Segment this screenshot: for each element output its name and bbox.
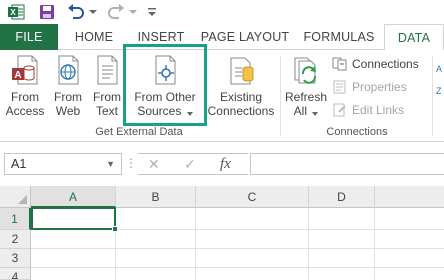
redo-icon[interactable] <box>106 3 126 21</box>
tab-formulas[interactable]: FORMULAS <box>300 24 378 50</box>
refresh-all-label-1: Refresh <box>284 90 328 104</box>
tab-page-layout[interactable]: PAGE LAYOUT <box>200 24 290 50</box>
from-other-sources-highlight <box>123 44 207 126</box>
connections-button[interactable]: Connections <box>332 54 419 74</box>
refresh-all-label-2-wrap: All <box>294 104 319 119</box>
worksheet-grid: A B C D 1 2 3 4 <box>0 186 444 280</box>
tab-data[interactable]: DATA <box>384 24 444 51</box>
save-icon[interactable] <box>38 3 56 21</box>
svg-text:A: A <box>14 70 21 81</box>
column-header-d[interactable]: D <box>309 186 375 208</box>
column-header-b[interactable]: B <box>116 186 196 208</box>
select-all-triangle-icon <box>18 195 27 204</box>
customize-qat-icon[interactable] <box>146 3 158 21</box>
existing-connections-label-1: Existing <box>219 90 263 104</box>
grid-line <box>31 248 444 249</box>
web-globe-icon <box>53 52 83 88</box>
formula-buttons: ✕ ✓ fx <box>138 153 248 175</box>
group-separator <box>432 56 433 136</box>
properties-icon <box>332 80 348 94</box>
name-box[interactable]: A1 ▼ <box>4 153 122 175</box>
grid-line <box>31 267 444 268</box>
properties-button[interactable]: Properties <box>332 77 407 97</box>
existing-connections-button[interactable]: Existing Connections <box>206 52 276 118</box>
sort-az-icon[interactable]: AZ <box>436 62 444 102</box>
edit-links-button[interactable]: Edit Links <box>332 100 404 120</box>
svg-text:A: A <box>436 64 442 74</box>
existing-connections-label-2: Connections <box>207 104 275 118</box>
enter-icon[interactable]: ✓ <box>184 156 196 173</box>
name-box-dropdown-icon[interactable]: ▼ <box>106 154 115 174</box>
row-header-3[interactable]: 3 <box>0 249 31 268</box>
insert-function-icon[interactable]: fx <box>220 156 231 173</box>
active-cell-a1[interactable] <box>31 207 118 232</box>
row-header-1[interactable]: 1 <box>0 208 31 230</box>
from-text-label-1: From <box>93 90 121 104</box>
from-web-label-1: From <box>54 90 82 104</box>
cancel-icon[interactable]: ✕ <box>148 156 160 173</box>
properties-label: Properties <box>352 80 407 94</box>
connections-icon <box>332 57 348 71</box>
from-access-button[interactable]: A From Access <box>4 52 46 118</box>
refresh-all-label-2: All <box>293 104 307 118</box>
grid-line <box>374 208 375 280</box>
column-header-e[interactable] <box>375 186 444 208</box>
get-external-data-group-label: Get External Data <box>95 126 183 138</box>
grid-line <box>195 208 196 280</box>
column-header-a[interactable]: A <box>31 186 116 208</box>
edit-links-icon <box>332 103 348 117</box>
existing-connections-icon <box>226 52 256 88</box>
formula-bar: A1 ▼ ⋮ ✕ ✓ fx <box>0 142 444 186</box>
refresh-all-button[interactable]: Refresh All <box>284 52 328 119</box>
formula-bar-grip-icon[interactable]: ⋮ <box>125 156 137 170</box>
undo-dropdown-icon[interactable] <box>88 3 98 21</box>
excel-app-icon[interactable]: X <box>6 3 26 21</box>
from-web-label-2: Web <box>55 104 81 118</box>
from-access-label-2: Access <box>5 104 45 118</box>
access-db-icon: A <box>10 52 40 88</box>
from-text-button[interactable]: From Text <box>90 52 124 118</box>
group-separator <box>280 56 281 136</box>
fill-handle[interactable] <box>112 226 118 232</box>
chevron-down-icon <box>312 105 319 119</box>
connections-label: Connections <box>352 57 419 71</box>
row-header-2[interactable]: 2 <box>0 230 31 249</box>
tab-home[interactable]: HOME <box>68 24 120 50</box>
column-header-c[interactable]: C <box>196 186 309 208</box>
name-box-value: A1 <box>11 157 27 171</box>
text-file-icon <box>92 52 122 88</box>
ribbon-tab-bar: FILE HOME INSERT PAGE LAYOUT FORMULAS DA… <box>0 24 444 51</box>
quick-access-toolbar: X <box>0 0 444 24</box>
redo-dropdown-icon[interactable] <box>128 3 138 21</box>
svg-text:Z: Z <box>436 86 442 96</box>
connections-group-label: Connections <box>326 126 388 138</box>
from-web-button[interactable]: From Web <box>48 52 88 118</box>
grid-line <box>308 208 309 280</box>
formula-input[interactable] <box>250 153 444 175</box>
svg-text:X: X <box>10 8 16 17</box>
from-access-label-1: From <box>11 90 39 104</box>
undo-icon[interactable] <box>66 3 86 21</box>
row-header-4[interactable]: 4 <box>0 268 31 280</box>
refresh-all-icon <box>291 52 321 88</box>
tab-file[interactable]: FILE <box>0 24 58 50</box>
edit-links-label: Edit Links <box>352 103 405 117</box>
from-text-label-2: Text <box>95 104 118 118</box>
ribbon-data: A From Access From Web From Text From Ot… <box>0 50 444 142</box>
select-all-button[interactable] <box>0 186 31 208</box>
